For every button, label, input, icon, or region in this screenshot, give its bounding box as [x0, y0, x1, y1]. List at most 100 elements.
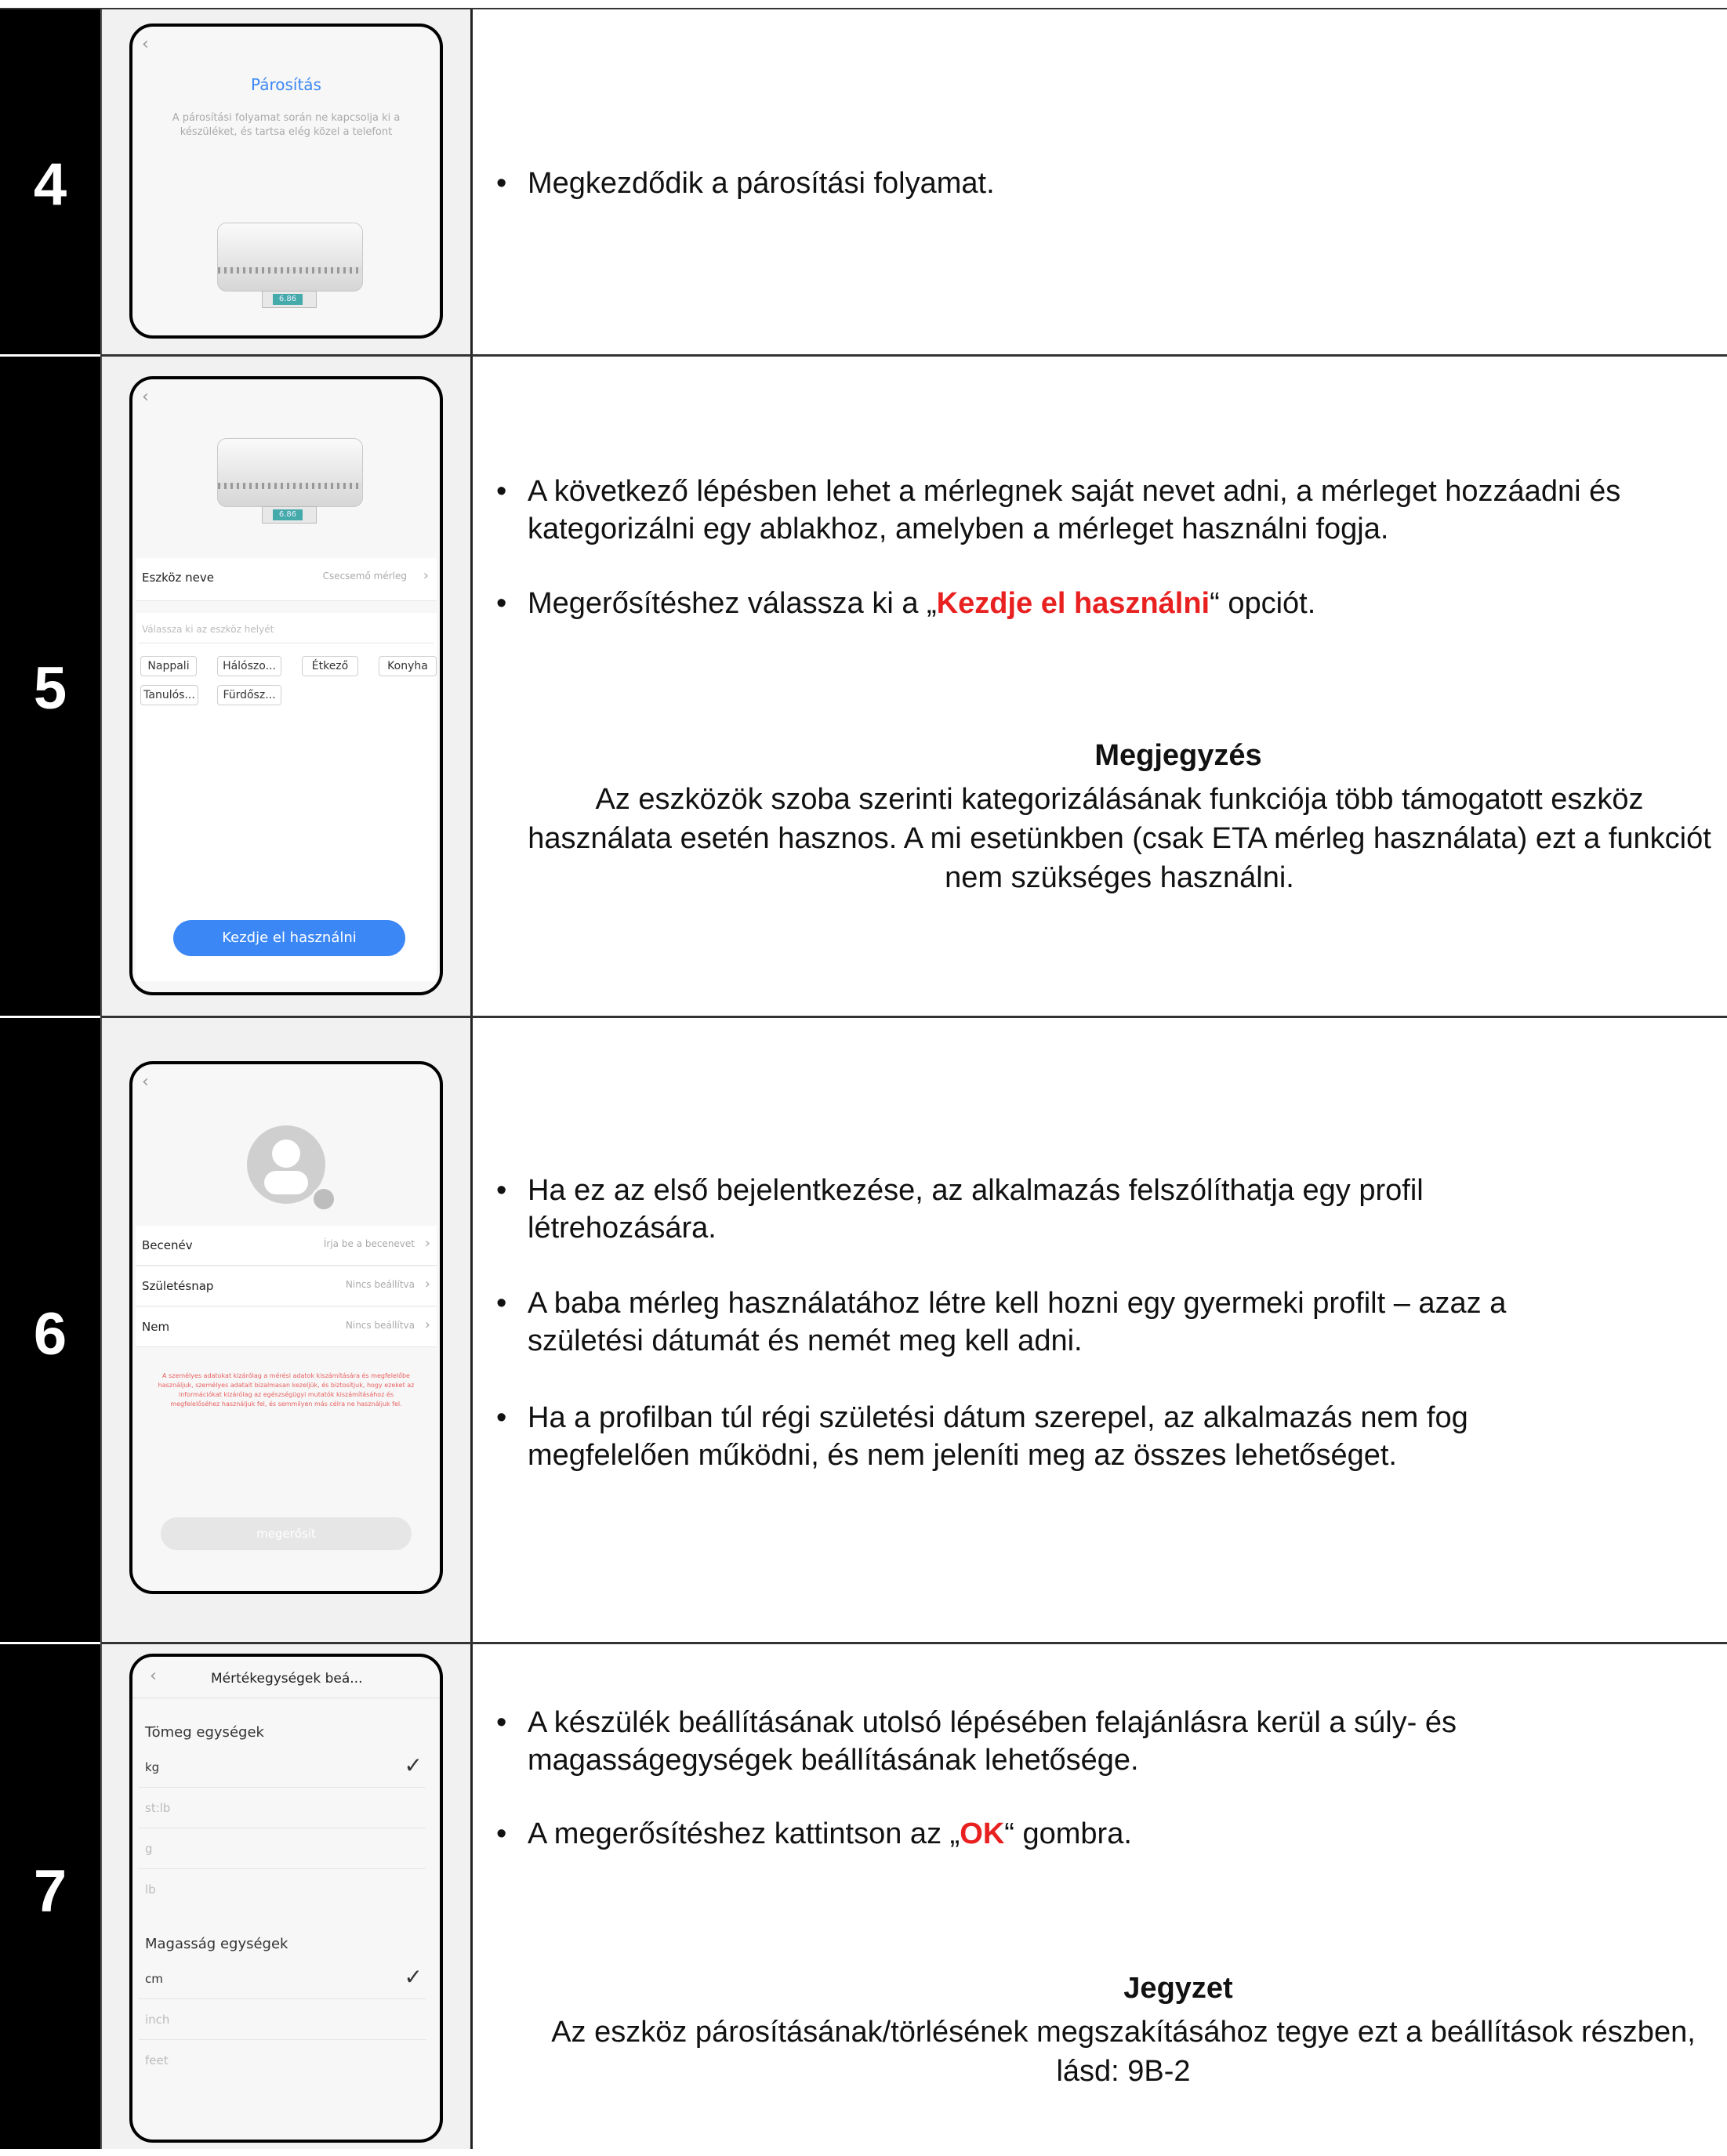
profile-row-gender[interactable]: Nem Nincs beállítva ›	[136, 1307, 437, 1347]
bullet-dot: •	[496, 587, 507, 620]
scale-display: 6.86	[273, 509, 303, 520]
note-text: Az eszközök szoba szerinti kategorizálás…	[528, 783, 1711, 894]
back-icon[interactable]: ‹	[150, 1666, 157, 1686]
privacy-notice: A személyes adatokat kizárólag a mérési …	[158, 1372, 415, 1408]
scale-image: 6.86	[217, 223, 363, 308]
profile-row-birthday[interactable]: Születésnap Nincs beállítva ›	[136, 1266, 437, 1306]
room-panel: Válassza ki az eszköz helyét Nappali Hál…	[136, 613, 437, 730]
profile-row-label: Születésnap	[142, 1279, 214, 1293]
scale-display: 6.86	[273, 294, 303, 305]
step-number: 5	[33, 655, 67, 722]
highlight-text: OK	[960, 1817, 1005, 1850]
phone-screenshot-cell: ‹ Becenév Írja be a becenevet › Születés…	[100, 1018, 473, 1642]
bullet-text: Ha ez az első bejelentkezése, az alkalma…	[528, 1174, 1424, 1245]
bullet-dot: •	[496, 1287, 507, 1320]
pairing-subtitle: A párosítási folyamat során ne kapcsolja…	[172, 112, 401, 138]
instruction-cell: • A következő lépésben lehet a mérlegnek…	[473, 357, 1727, 1016]
step-row-5: 5 ‹ 6.86 Eszköz neve Csecsemő mérleg › V…	[0, 357, 1727, 1016]
highlight-text: Kezdje el használni	[936, 587, 1210, 620]
bullet-item: • A következő lépésben lehet a mérlegnek…	[496, 473, 1727, 548]
check-icon: ✓	[404, 1964, 423, 1990]
confirm-button[interactable]: megerősít	[161, 1517, 412, 1550]
room-chip[interactable]: Konyha	[379, 656, 437, 676]
camera-icon[interactable]	[311, 1187, 336, 1212]
bullet-text: Megerősítéshez válassza ki a „Kezdje el …	[528, 585, 1727, 622]
profile-row-value: Írja be a becenevet	[323, 1238, 415, 1249]
phone-screenshot-cell: ‹ Mértékegységek beá... Tömeg egységek k…	[100, 1644, 473, 2149]
unit-option-inch[interactable]: inch	[139, 1998, 426, 2040]
room-chip[interactable]: Nappali	[140, 656, 197, 676]
bullet-item: • A megerősítéshez kattintson az „OK“ go…	[496, 1815, 1617, 1853]
bullet-dot: •	[496, 1817, 507, 1850]
chevron-right-icon: ›	[424, 1317, 430, 1333]
unit-option-stlb[interactable]: st:lb	[139, 1787, 426, 1828]
note-title: Jegyzet	[1123, 1972, 1233, 2005]
bullet-item: • Megerősítéshez válassza ki a „Kezdje e…	[496, 585, 1727, 622]
profile-row-value: Nincs beállítva	[345, 1279, 415, 1290]
profile-row-value: Nincs beállítva	[345, 1320, 415, 1331]
unit-option-g[interactable]: g	[139, 1828, 426, 1869]
step-number: 4	[33, 151, 67, 218]
device-name-row[interactable]: Eszköz neve Csecsemő mérleg ›	[136, 558, 437, 601]
step-row-4: 4 ‹ Párosítás A párosítási folyamat sorá…	[0, 9, 1727, 354]
unit-option-kg[interactable]: kg ✓	[139, 1746, 426, 1788]
unit-label: lb	[145, 1882, 156, 1897]
bullet-text: A baba mérleg használatához létre kell h…	[528, 1287, 1507, 1357]
step-number: 7	[33, 1858, 67, 1925]
back-icon[interactable]: ‹	[142, 34, 149, 54]
profile-row-label: Becenév	[142, 1238, 193, 1252]
profile-row-nickname[interactable]: Becenév Írja be a becenevet ›	[136, 1226, 437, 1266]
note-title: Megjegyzés	[1094, 739, 1262, 772]
bullet-item: • A készülék beállításának utolsó lépésé…	[496, 1704, 1570, 1779]
bullet-text-after: “ gombra.	[1004, 1817, 1132, 1850]
unit-label: inch	[145, 2013, 170, 2027]
chevron-right-icon: ›	[424, 1276, 430, 1292]
step-number: 6	[33, 1301, 67, 1368]
instruction-cell: • A készülék beállításának utolsó lépésé…	[473, 1644, 1727, 2149]
unit-option-cm[interactable]: cm ✓	[139, 1958, 426, 1999]
back-icon[interactable]: ‹	[142, 1072, 149, 1092]
room-chip[interactable]: Étkező	[302, 656, 358, 676]
unit-label: g	[145, 1842, 153, 1856]
check-icon: ✓	[404, 1752, 423, 1778]
pairing-title: Párosítás	[251, 75, 321, 94]
room-chip[interactable]: Tanulós...	[140, 685, 198, 705]
room-chip[interactable]: Hálószo...	[217, 656, 281, 676]
bullet-text: Megkezdődik a párosítási folyamat.	[528, 167, 995, 200]
phone-screenshot-cell: ‹ 6.86 Eszköz neve Csecsemő mérleg › Vál…	[100, 357, 473, 1016]
bullet-dot: •	[496, 475, 507, 508]
phone-screen-pairing: ‹ Párosítás A párosítási folyamat során …	[129, 24, 443, 339]
height-units-header: Magasság egységek	[145, 1936, 288, 1952]
bullet-text-after: “ opciót.	[1210, 587, 1316, 620]
bullet-text: A megerősítéshez kattintson az „OK“ gomb…	[528, 1815, 1617, 1853]
phone-screen-device-setup: ‹ 6.86 Eszköz neve Csecsemő mérleg › Vál…	[129, 376, 443, 995]
room-placeholder: Válassza ki az eszköz helyét	[142, 624, 274, 635]
chevron-right-icon: ›	[423, 567, 429, 584]
scale-image: 6.86	[217, 438, 363, 524]
phone-screen-units: ‹ Mértékegységek beá... Tömeg egységek k…	[129, 1654, 443, 2143]
phone-screen-profile: ‹ Becenév Írja be a becenevet › Születés…	[129, 1061, 443, 1594]
bullet-text: Ha a profilban túl régi születési dátum …	[528, 1401, 1468, 1472]
chevron-right-icon: ›	[424, 1235, 430, 1252]
bullet-text: A következő lépésben lehet a mérlegnek s…	[528, 475, 1621, 545]
bullet-item: • Ha a profilban túl régi születési dátu…	[496, 1399, 1617, 1474]
bullet-dot: •	[496, 1401, 507, 1434]
weight-units-header: Tömeg egységek	[145, 1724, 264, 1741]
bullet-dot: •	[496, 1174, 507, 1207]
back-icon[interactable]: ‹	[142, 387, 149, 407]
bullet-dot: •	[496, 167, 507, 200]
phone-screenshot-cell: ‹ Párosítás A párosítási folyamat során …	[100, 9, 473, 354]
bullet-text-before: A megerősítéshez kattintson az „	[528, 1817, 960, 1850]
note-text: Az eszköz párosításának/törlésének megsz…	[551, 2016, 1696, 2088]
bullet-item: • Megkezdődik a párosítási folyamat.	[496, 165, 1696, 202]
device-name-value: Csecsemő mérleg	[322, 571, 407, 582]
unit-option-lb[interactable]: lb	[139, 1868, 426, 1909]
start-using-button[interactable]: Kezdje el használni	[173, 920, 405, 956]
unit-label: cm	[145, 1972, 163, 1986]
instruction-cell: • Megkezdődik a párosítási folyamat.	[473, 9, 1727, 354]
profile-row-label: Nem	[142, 1320, 170, 1334]
bullet-text: A készülék beállításának utolsó lépésébe…	[528, 1706, 1457, 1777]
room-chip[interactable]: Fürdősz...	[217, 685, 281, 705]
unit-label: st:lb	[145, 1801, 171, 1815]
unit-option-feet[interactable]: feet	[139, 2039, 426, 2080]
